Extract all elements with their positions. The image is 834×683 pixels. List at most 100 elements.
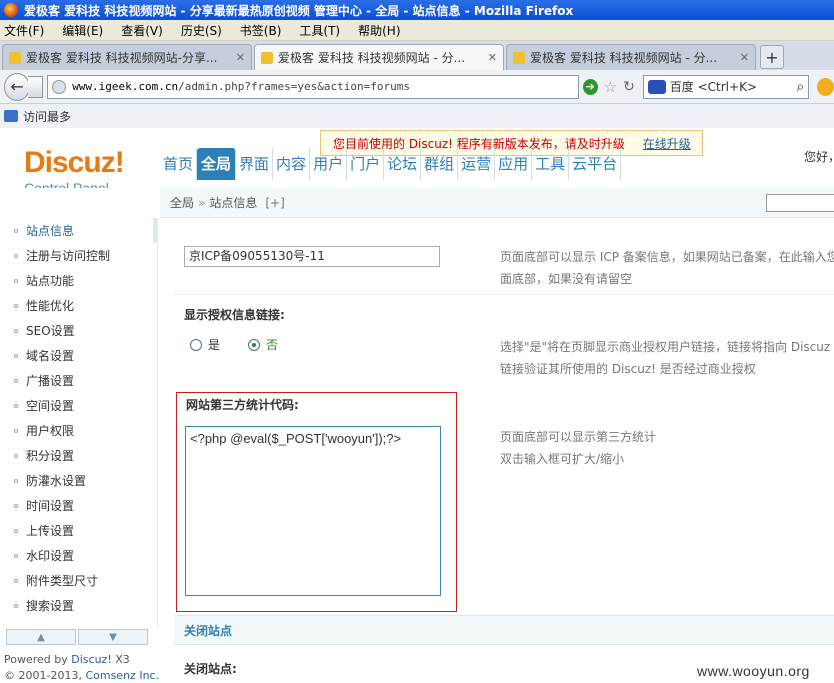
sidebar-header bbox=[0, 188, 160, 218]
bullet-icon bbox=[14, 453, 18, 458]
close-site-section[interactable]: 关闭站点 bbox=[174, 615, 834, 645]
sidebar-item-functions[interactable]: 站点功能 bbox=[0, 268, 157, 293]
nav-tools[interactable]: 工具 bbox=[532, 148, 570, 180]
menu-help[interactable]: 帮助(H) bbox=[358, 22, 400, 39]
bullet-icon bbox=[14, 303, 18, 308]
nav-groups[interactable]: 群组 bbox=[421, 148, 459, 180]
sidebar-item-seo[interactable]: SEO设置 bbox=[0, 318, 157, 343]
menu-file[interactable]: 文件(F) bbox=[4, 22, 44, 39]
radio-yes-label[interactable]: 是 bbox=[208, 336, 220, 353]
url-bar[interactable]: www.igeek.com.cn/admin.php?frames=yes&ac… bbox=[47, 74, 579, 99]
tab-label: 爱极客 爱科技 科技视频网站 - 分... bbox=[278, 51, 466, 65]
forward-button[interactable] bbox=[28, 75, 44, 98]
nav-operations[interactable]: 运营 bbox=[458, 148, 496, 180]
nav-portal[interactable]: 门户 bbox=[347, 148, 385, 180]
menu-bookmarks[interactable]: 书签(B) bbox=[240, 22, 282, 39]
scroll-up-button[interactable]: ▲ bbox=[6, 629, 76, 645]
nav-global[interactable]: 全局 bbox=[197, 148, 237, 180]
search-icon[interactable]: ⌕ bbox=[796, 79, 804, 95]
window-titlebar: 爱极客 爱科技 科技视频网站 - 分享最新最热原创视频 管理中心 - 全局 - … bbox=[0, 0, 834, 20]
bullet-icon bbox=[14, 403, 18, 408]
bullet-icon bbox=[14, 503, 18, 508]
sidebar-item-credits[interactable]: 积分设置 bbox=[0, 443, 157, 468]
site-identity-icon[interactable] bbox=[52, 79, 67, 94]
sidebar-item-broadcast[interactable]: 广播设置 bbox=[0, 368, 157, 393]
search-box[interactable]: 百度 <Ctrl+K> ⌕ bbox=[642, 74, 810, 99]
user-greeting: 您好， bbox=[804, 150, 834, 164]
bullet-icon bbox=[14, 553, 18, 558]
page-content: Discuz! Control Panel 您目前使用的 Discuz! 程序有… bbox=[0, 128, 834, 683]
favicon-icon bbox=[9, 51, 21, 64]
breadcrumb-root[interactable]: 全局 bbox=[170, 194, 194, 211]
nav-content[interactable]: 内容 bbox=[273, 148, 311, 180]
bookmarks-bar: 访问最多 bbox=[0, 104, 834, 128]
reload-icon[interactable]: ↻ bbox=[623, 79, 635, 95]
stats-code-textarea[interactable]: <?php @eval($_POST['wooyun']);?> bbox=[185, 426, 441, 596]
bullet-icon bbox=[14, 478, 18, 483]
close-tab-icon[interactable]: ✕ bbox=[236, 51, 245, 64]
url-text: www.igeek.com.cn/admin.php?frames=yes&ac… bbox=[72, 80, 410, 93]
sidebar-item-search[interactable]: 搜索设置 bbox=[0, 593, 157, 618]
menu-history[interactable]: 历史(S) bbox=[181, 22, 222, 39]
discuz-header: Discuz! Control Panel 您目前使用的 Discuz! 程序有… bbox=[0, 128, 834, 196]
icp-description: 页面底部可以显示 ICP 备案信息，如果网站已备案，在此输入您 面底部，如果没有… bbox=[500, 250, 834, 286]
discuz-link[interactable]: Discuz! bbox=[71, 653, 111, 666]
nav-apps[interactable]: 应用 bbox=[495, 148, 533, 180]
admin-search-input[interactable] bbox=[766, 194, 834, 212]
online-upgrade-link[interactable]: 在线升级 bbox=[643, 135, 691, 152]
powered-by: Powered by Discuz! X3 © 2001-2013, Comse… bbox=[4, 653, 160, 682]
baidu-engine-icon[interactable] bbox=[647, 79, 666, 94]
comsenz-link[interactable]: Comsenz Inc. bbox=[85, 669, 159, 682]
sidebar-item-permissions[interactable]: 用户权限 bbox=[0, 418, 157, 443]
sidebar-item-antispam[interactable]: 防灌水设置 bbox=[0, 468, 157, 493]
nav-users[interactable]: 用户 bbox=[310, 148, 348, 180]
bookmark-star-icon[interactable]: ☆ bbox=[604, 78, 617, 96]
nav-cloud[interactable]: 云平台 bbox=[569, 148, 622, 180]
close-tab-icon[interactable]: ✕ bbox=[740, 51, 749, 64]
most-visited-bookmark[interactable]: 访问最多 bbox=[23, 108, 71, 125]
sidebar-item-space[interactable]: 空间设置 bbox=[0, 393, 157, 418]
bullet-icon bbox=[14, 328, 18, 333]
breadcrumb: 全局 » 站点信息 [+] bbox=[160, 188, 834, 218]
sidebar-item-attachment-types[interactable]: 附件类型尺寸 bbox=[0, 568, 157, 593]
sidebar-item-site-info[interactable]: 站点信息 bbox=[0, 218, 157, 243]
menu-tools[interactable]: 工具(T) bbox=[299, 22, 340, 39]
close-tab-icon[interactable]: ✕ bbox=[488, 51, 497, 64]
nav-interface[interactable]: 界面 bbox=[236, 148, 274, 180]
menu-view[interactable]: 查看(V) bbox=[121, 22, 163, 39]
back-button[interactable]: ← bbox=[4, 72, 31, 101]
radio-no-label[interactable]: 否 bbox=[266, 336, 278, 353]
menu-edit[interactable]: 编辑(E) bbox=[62, 22, 103, 39]
back-arrow-icon: ← bbox=[10, 77, 24, 96]
browser-tab-1[interactable]: 爱极客 爱科技 科技视频网站-分享... ✕ bbox=[2, 44, 252, 70]
bullet-icon bbox=[14, 253, 18, 258]
sidebar-item-watermark[interactable]: 水印设置 bbox=[0, 543, 157, 568]
add-shortcut-button[interactable]: [+] bbox=[265, 196, 284, 210]
scroll-down-button[interactable]: ▼ bbox=[78, 629, 148, 645]
close-site-label: 关闭站点: bbox=[184, 662, 237, 676]
menu-bar: 文件(F) 编辑(E) 查看(V) 历史(S) 书签(B) 工具(T) 帮助(H… bbox=[0, 20, 834, 41]
breadcrumb-separator: » bbox=[198, 195, 206, 210]
sidebar-item-register[interactable]: 注册与访问控制 bbox=[0, 243, 157, 268]
sidebar-item-upload[interactable]: 上传设置 bbox=[0, 518, 157, 543]
new-tab-button[interactable]: + bbox=[760, 45, 784, 69]
nav-home[interactable]: 首页 bbox=[160, 148, 198, 180]
radio-no[interactable] bbox=[248, 338, 261, 351]
nav-forum[interactable]: 论坛 bbox=[384, 148, 422, 180]
go-icon[interactable]: ➔ bbox=[582, 78, 598, 95]
bullet-icon bbox=[14, 278, 18, 283]
stats-code-label: 网站第三方统计代码: bbox=[186, 398, 299, 412]
sidebar-item-performance[interactable]: 性能优化 bbox=[0, 293, 157, 318]
sidebar-item-domain[interactable]: 域名设置 bbox=[0, 343, 157, 368]
icp-input[interactable]: 京ICP备09055130号-11 bbox=[184, 246, 440, 267]
bullet-icon bbox=[14, 428, 18, 433]
top-navigation: 首页 全局 界面 内容 用户 门户 论坛 群组 运营 应用 工具 云平台 bbox=[160, 148, 622, 180]
browser-tab-2[interactable]: 爱极客 爱科技 科技视频网站 - 分... ✕ bbox=[254, 44, 504, 70]
addon-icon[interactable] bbox=[817, 77, 834, 96]
auth-link-radio-group: 是 否 bbox=[190, 336, 278, 353]
tab-label: 爱极客 爱科技 科技视频网站-分享... bbox=[26, 51, 218, 65]
radio-yes[interactable] bbox=[190, 338, 202, 351]
sidebar-item-time[interactable]: 时间设置 bbox=[0, 493, 157, 518]
search-input[interactable]: 百度 <Ctrl+K> bbox=[670, 78, 797, 95]
browser-tab-3[interactable]: 爱极客 爱科技 科技视频网站 - 分... ✕ bbox=[506, 44, 756, 70]
